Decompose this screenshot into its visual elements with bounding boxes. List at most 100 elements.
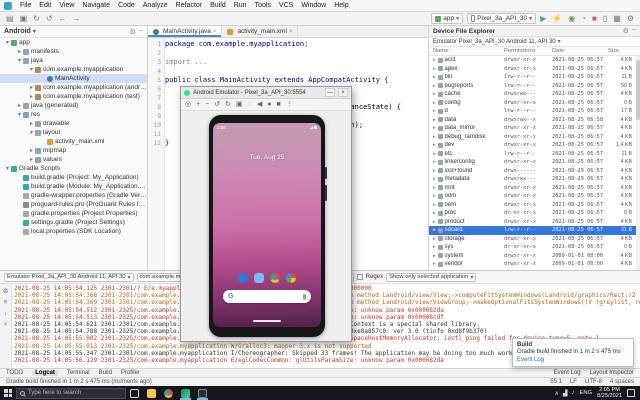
event-log-link[interactable]: Event Log (517, 357, 629, 363)
run-button[interactable]: ▶ (540, 14, 546, 23)
project-tree-item[interactable]: ▾ res (0, 110, 147, 119)
column-header[interactable]: Permissions (504, 48, 552, 54)
emulator-app-icon[interactable] (194, 386, 211, 400)
tree-expand-icon[interactable]: ▾ (28, 66, 35, 73)
messages-app-icon[interactable] (254, 273, 264, 283)
tree-expand-icon[interactable]: ▸ (28, 156, 35, 163)
tree-expand-icon[interactable]: ▾ (16, 57, 23, 64)
tool-window-tab[interactable]: Build (99, 370, 112, 376)
project-tree-item[interactable]: ▸ manifests (0, 47, 147, 56)
status-widget[interactable]: 55:1 (550, 379, 562, 385)
tree-expand-icon[interactable]: ▸ (28, 93, 35, 100)
file-row[interactable]: vendor drwxr-xr-x 2009-01-01 00:00 4 KB (429, 260, 640, 269)
close-icon[interactable] (213, 28, 217, 35)
event-notification-balloon[interactable]: Build Gradle build finished in 1 m 2 s 4… (512, 338, 634, 367)
menu-item[interactable]: VCS (275, 2, 297, 9)
code-text[interactable]: import ... (165, 58, 207, 67)
soft-wrap-icon[interactable]: ≡ (4, 299, 8, 306)
menu-item[interactable]: Run (230, 2, 251, 9)
undo-icon[interactable]: ↺ (46, 14, 53, 23)
minimize-icon[interactable]: − (632, 27, 636, 35)
tree-expand-icon[interactable] (433, 66, 436, 72)
close-icon[interactable] (289, 28, 293, 35)
status-widget[interactable]: 4 spaces (610, 379, 634, 385)
back-icon[interactable]: ← (59, 14, 67, 23)
clear-logcat-icon[interactable]: × (4, 321, 8, 328)
tree-expand-icon[interactable] (433, 74, 436, 80)
file-row[interactable]: apex drwxr-xr-x 2021-08-25 06:57 4 KB (429, 65, 640, 74)
action-center-icon[interactable] (627, 389, 635, 397)
menu-item[interactable]: Tools (251, 2, 275, 9)
file-explorer-icon[interactable] (143, 386, 160, 400)
tree-expand-icon[interactable] (433, 57, 436, 63)
stop-button[interactable]: ■ (592, 14, 597, 23)
project-view-selector[interactable]: Android (4, 28, 31, 35)
project-tree-item[interactable]: ▸ drawable (0, 119, 147, 128)
task-view-icon[interactable] (126, 386, 143, 400)
rotate-left-icon[interactable]: ↺ (214, 101, 220, 108)
file-row[interactable]: data_mirror drwxr-xr-x 2021-08-25 06:57 … (429, 124, 640, 133)
taskbar-search-box[interactable]: Type here to search (16, 388, 126, 399)
tray-chevron-icon[interactable]: ∧ (555, 390, 559, 397)
tree-expand-icon[interactable] (433, 151, 436, 157)
project-tree-item[interactable]: ▸ com.example.myapplication (test) (0, 92, 147, 101)
menu-item[interactable]: Build (206, 2, 230, 9)
android-studio-icon[interactable] (177, 386, 194, 400)
tree-expand-icon[interactable]: ▸ (16, 48, 23, 55)
tree-expand-icon[interactable] (433, 100, 436, 106)
volume-icon[interactable]: ♪ (572, 390, 575, 397)
project-tree-item[interactable]: ▾ com.example.myapplication (0, 65, 147, 74)
phone-screen[interactable]: 2:05 Tue, Aug 25 G (213, 123, 321, 327)
file-row[interactable]: product drwxr-xr-x 2021-08-25 06:57 4 KB (429, 218, 640, 227)
tree-expand-icon[interactable] (433, 244, 436, 250)
emulator-title-bar[interactable]: Android Emulator - Pixel_3a_API_30:5554 … (181, 87, 351, 99)
tree-expand-icon[interactable]: ▸ (28, 84, 35, 91)
gesture-bar[interactable] (253, 320, 281, 322)
start-button[interactable] (0, 386, 16, 400)
language-indicator[interactable]: ENG (580, 390, 593, 396)
project-tree-item[interactable]: build.gradle (Module: My_Application.app… (0, 182, 147, 191)
file-row[interactable]: storage drwxr-xr-x 2021-08-25 06:57 4 KB (429, 235, 640, 244)
debug-button[interactable]: ◉ (568, 14, 575, 23)
minimize-button[interactable]: — (325, 88, 335, 97)
project-tree-item[interactable]: gradle.properties (Project Properties) (0, 209, 147, 218)
tool-window-tab[interactable]: Event Log (554, 370, 581, 376)
profiler-button[interactable]: ◔ (581, 14, 586, 23)
device-dropdown[interactable]: Emulator Pixel_3a_API_30 Android 11, API… (429, 37, 640, 47)
file-row[interactable]: data drwxrwx--x 2021-08-25 06:58 4 KB (429, 116, 640, 125)
project-tree-item[interactable]: ▾ layout (0, 128, 147, 137)
file-row[interactable]: metadata drwxrwx--- 2021-08-25 06:57 4 K… (429, 175, 640, 184)
device-selector-combo[interactable]: Pixel_3a_API_30 (467, 13, 536, 24)
project-tree-item[interactable]: activity_main.xml (0, 137, 147, 146)
file-row[interactable]: mnt drwxr-xr-x 2021-08-25 06:57 4 KB (429, 184, 640, 193)
tree-expand-icon[interactable] (433, 91, 436, 97)
more-icon[interactable]: ⋮ (286, 101, 293, 108)
editor-tab[interactable]: MainActivity.java (148, 26, 222, 37)
code-text[interactable]: package com.example.myapplication; (165, 40, 308, 49)
apply-changes-icon[interactable]: ⚡ (552, 14, 562, 23)
project-tree-item[interactable]: gradle-wrapper.properties (Gradle Versio… (0, 191, 147, 200)
sdk-manager-icon[interactable]: ▦ (613, 14, 621, 23)
menu-item[interactable]: Refactor (172, 2, 206, 9)
project-tree-item[interactable]: proguard-rules.pro (ProGuard Rules for M… (0, 200, 147, 209)
chrome-app-icon[interactable] (270, 273, 280, 283)
tree-expand-icon[interactable] (433, 142, 436, 148)
column-header[interactable]: Name (433, 48, 504, 54)
file-row[interactable]: odm drwxr-xr-x 2021-08-25 06:57 4 KB (429, 192, 640, 201)
code-text[interactable]: } (165, 139, 169, 148)
tree-expand-icon[interactable] (433, 253, 436, 259)
file-row[interactable]: sys dr-xr-xr-x 2021-08-25 06:57 0 B (429, 243, 640, 252)
save-all-icon[interactable]: ▣ (20, 14, 28, 23)
tool-window-tab[interactable]: Terminal (67, 370, 90, 376)
menu-item[interactable]: File (16, 2, 35, 9)
avd-manager-icon[interactable]: ▯ (603, 14, 607, 23)
file-row[interactable]: system drwxr-xr-x 2009-01-01 00:00 4 KB (429, 252, 640, 261)
tree-expand-icon[interactable] (433, 108, 436, 114)
photos-app-icon[interactable] (286, 273, 296, 283)
tree-expand-icon[interactable] (433, 261, 436, 267)
menu-item[interactable]: Code (114, 2, 139, 9)
at-a-glance-widget[interactable]: Tue, Aug 25 (213, 154, 321, 161)
file-row[interactable]: debug_ramdisk drwxr-xr-x 2021-08-25 06:5… (429, 133, 640, 142)
column-header[interactable]: Date (552, 48, 608, 54)
tree-expand-icon[interactable] (433, 168, 436, 174)
